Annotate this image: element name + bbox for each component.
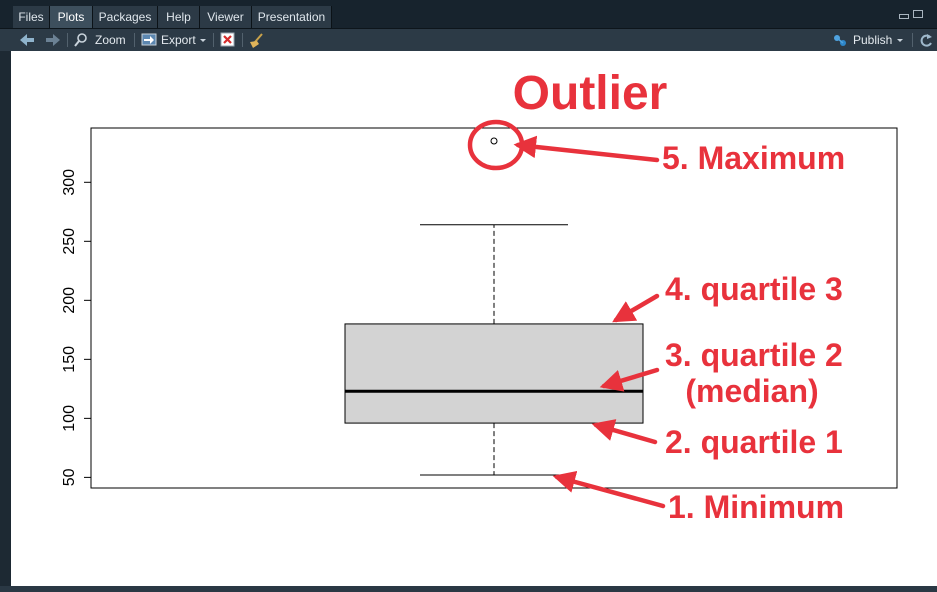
- outlier-annotation: Outlier: [513, 67, 668, 120]
- minimum-annotation: 1. Minimum: [668, 489, 844, 525]
- quartile3-annotation: 4. quartile 3: [665, 271, 843, 307]
- y-tick-label: 50: [61, 468, 78, 486]
- median-annotation: (median): [685, 373, 818, 409]
- outlier-point: [490, 137, 498, 145]
- annotation-layer: Outlier 5. Maximum 4. quartile 3 3. quar…: [511, 66, 846, 527]
- quartile1-annotation: 2. quartile 1: [665, 424, 843, 460]
- y-tick-label: 150: [61, 346, 78, 373]
- quartile3-arrow: [612, 293, 660, 323]
- y-axis: 50 100 150 200 250 300: [61, 169, 92, 486]
- maximum-annotation: 5. Maximum: [662, 140, 845, 176]
- outlier-highlight-circle: [467, 119, 525, 171]
- interquartile-box: [344, 323, 644, 424]
- quartile1-arrow: [591, 419, 658, 445]
- pane-bottom-edge: [0, 586, 937, 592]
- y-tick-label: 200: [61, 287, 78, 314]
- y-tick-label: 100: [61, 405, 78, 432]
- minimum-arrow: [552, 470, 666, 509]
- quartile2-annotation: 3. quartile 2: [665, 337, 843, 373]
- y-tick-label: 250: [61, 228, 78, 255]
- maximum-arrow: [513, 135, 660, 163]
- y-tick-label: 300: [61, 169, 78, 196]
- annotation-arrows: [467, 119, 666, 509]
- boxplot-chart: 50 100 150 200 250 300 Outlier 5. Maximum 4. …: [61, 66, 898, 527]
